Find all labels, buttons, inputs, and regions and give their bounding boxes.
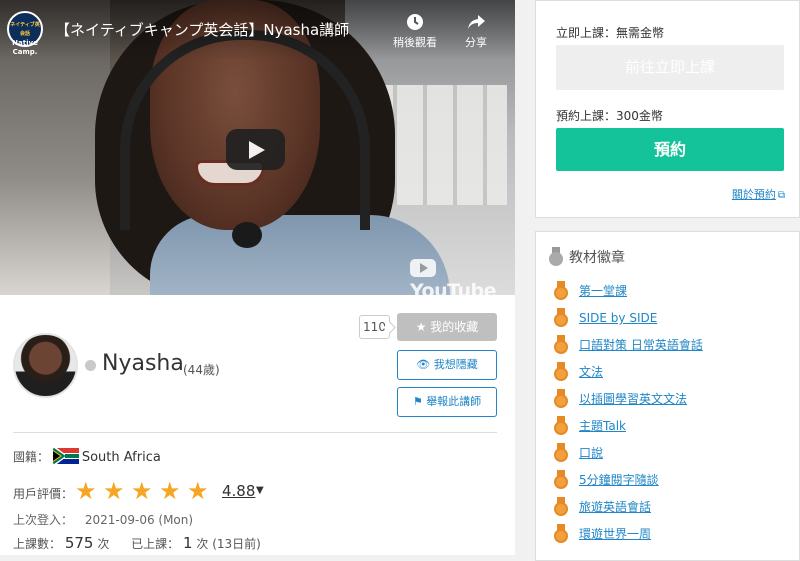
- nationality-row: 國籍： South Africa: [13, 445, 161, 467]
- eye-slash-icon: 👁: [416, 358, 431, 371]
- material-link[interactable]: 口說: [579, 446, 603, 460]
- logo-line2: Camp.: [12, 48, 38, 56]
- list-item: 5分鐘閱字隨談: [554, 470, 703, 497]
- material-badges-title: 教材徽章: [569, 250, 625, 266]
- last-login-row: 上次登入： 2021-09-06 (Mon): [13, 511, 193, 528]
- material-link[interactable]: 以插圖學習英文文法: [579, 392, 687, 406]
- divider: [13, 432, 497, 433]
- teacher-avatar: [13, 333, 78, 398]
- material-badges-heading: 教材徽章: [549, 247, 625, 267]
- material-link[interactable]: 主題Talk: [579, 419, 626, 433]
- star-icon: ★: [159, 477, 181, 505]
- medal-icon: [554, 389, 568, 408]
- medal-icon: [554, 281, 568, 300]
- channel-logo[interactable]: ネイティブ英会話 Native Camp.: [7, 11, 43, 56]
- medal-icon: [549, 247, 563, 266]
- reserve-lesson-label: 預約上課：300金幣: [556, 109, 663, 123]
- teacher-age: (44歲): [183, 363, 220, 377]
- play-icon[interactable]: [226, 129, 285, 170]
- list-item: SIDE by SIDE: [554, 308, 703, 335]
- medal-icon: [554, 524, 568, 543]
- star-icon: ★: [103, 477, 125, 505]
- material-link[interactable]: SIDE by SIDE: [579, 311, 657, 325]
- share-button[interactable]: 分享: [449, 12, 503, 50]
- teacher-name: Nyasha: [102, 351, 184, 376]
- material-link[interactable]: 第一堂課: [579, 284, 627, 298]
- medal-icon: [554, 443, 568, 462]
- material-badges-card: 教材徽章 第一堂課 SIDE by SIDE 口語對策 日常英語會話 文法 以插…: [535, 231, 800, 561]
- star-icon: ★: [131, 477, 153, 505]
- star-icon: ★: [75, 477, 97, 505]
- lessons-count: 575: [64, 534, 94, 552]
- taken-label: 已上課：: [131, 537, 180, 551]
- south-africa-flag-icon: [51, 445, 79, 467]
- lessons-label: 上課數：: [13, 537, 62, 551]
- medal-icon: [554, 335, 568, 354]
- lessons-unit: 次: [97, 537, 110, 551]
- medal-icon: [554, 470, 568, 489]
- caret-down-icon[interactable]: ▼: [256, 485, 264, 496]
- material-badge-list: 第一堂課 SIDE by SIDE 口語對策 日常英語會話 文法 以插圖學習英文…: [554, 281, 703, 551]
- list-item: 以插圖學習英文文法: [554, 389, 703, 416]
- list-item: 第一堂課: [554, 281, 703, 308]
- booking-card: 立即上課：無需金幣 前往立即上課 預約上課：300金幣 預約 關於預約 ⧉: [535, 0, 800, 218]
- favorite-count: 110: [359, 315, 390, 339]
- list-item: 主題Talk: [554, 416, 703, 443]
- youtube-logo[interactable]: YouTube: [410, 258, 515, 295]
- share-label: 分享: [465, 36, 487, 49]
- intro-video[interactable]: ネイティブ英会話 Native Camp. 【ネイティブキャンプ英会話】Nyas…: [0, 0, 515, 295]
- lesson-count-row: 上課數： 575 次 已上課： 1 次 (13日前): [13, 534, 261, 552]
- instant-lesson-label: 立即上課：無需金幣: [556, 26, 665, 40]
- medal-icon: [554, 362, 568, 381]
- share-icon: [449, 12, 503, 34]
- last-login-value: 2021-09-06 (Mon): [84, 513, 194, 527]
- about-reservation-label: 關於預約: [731, 188, 776, 201]
- watch-later-label: 稍後觀看: [393, 36, 437, 49]
- youtube-icon: [410, 259, 436, 277]
- watch-later-button[interactable]: 稍後觀看: [388, 12, 442, 50]
- instant-lesson-button[interactable]: 前往立即上課: [556, 45, 784, 90]
- about-reservation-link[interactable]: 關於預約 ⧉: [732, 186, 785, 202]
- favorite-label: 我的收藏: [430, 320, 479, 334]
- material-link[interactable]: 口語對策 日常英語會話: [579, 338, 703, 352]
- hide-teacher-button[interactable]: 👁 我想隱藏: [397, 350, 497, 380]
- rating-stars: ★ ★ ★ ★ ★: [75, 479, 215, 503]
- material-link[interactable]: 環遊世界一周: [579, 527, 651, 541]
- country-name: South Africa: [81, 450, 161, 465]
- list-item: 旅遊英語會話: [554, 497, 703, 524]
- material-link[interactable]: 旅遊英語會話: [579, 500, 651, 514]
- logo-top-text: ネイティブ英会話: [10, 22, 40, 37]
- hide-label: 我想隱藏: [433, 358, 478, 371]
- material-link[interactable]: 5分鐘閱字隨談: [579, 473, 659, 487]
- list-item: 文法: [554, 362, 703, 389]
- favorite-button[interactable]: ★ 我的收藏: [397, 313, 497, 341]
- reserve-button[interactable]: 預約: [556, 128, 784, 171]
- list-item: 口語對策 日常英語會話: [554, 335, 703, 362]
- material-link[interactable]: 文法: [579, 365, 603, 379]
- video-title[interactable]: 【ネイティブキャンプ英会話】Nyasha講師: [55, 19, 349, 40]
- medal-icon: [554, 497, 568, 516]
- microphone-graphic: [232, 222, 262, 248]
- rating-label: 用戶評價：: [13, 487, 74, 501]
- list-item: 環遊世界一周: [554, 524, 703, 551]
- rating-value[interactable]: 4.88: [222, 482, 255, 500]
- teacher-panel: ネイティブ英会話 Native Camp. 【ネイティブキャンプ英会話】Nyas…: [0, 0, 515, 555]
- medal-icon: [554, 308, 568, 327]
- youtube-label: YouTube: [410, 280, 496, 295]
- report-teacher-button[interactable]: ⚑ 舉報此講師: [397, 387, 497, 417]
- logo-line1: Native: [12, 39, 38, 47]
- last-login-label: 上次登入：: [13, 513, 74, 527]
- star-icon: ★: [415, 320, 427, 334]
- taken-unit: 次 (13日前): [196, 537, 261, 551]
- online-status-dot: [85, 360, 96, 371]
- medal-icon: [554, 416, 568, 435]
- star-icon: ★: [187, 477, 209, 505]
- taken-count: 1: [183, 534, 193, 552]
- report-label: 舉報此講師: [426, 395, 482, 408]
- list-item: 口說: [554, 443, 703, 470]
- clock-icon: [388, 12, 442, 34]
- flag-icon: ⚑: [412, 395, 423, 408]
- external-link-icon: ⧉: [777, 190, 785, 201]
- nationality-label: 國籍：: [13, 450, 50, 464]
